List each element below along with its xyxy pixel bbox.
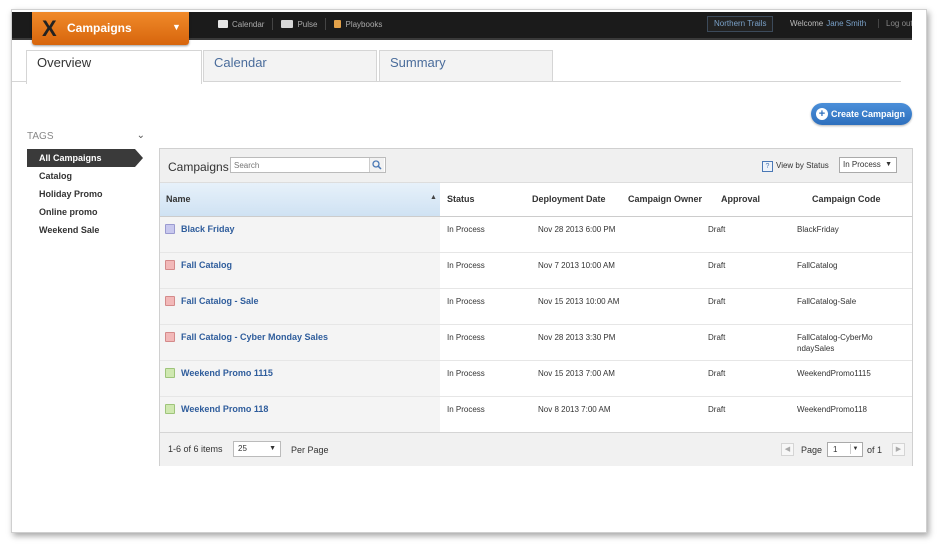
- search-icon: [372, 160, 382, 170]
- per-page-select[interactable]: 25 ▼: [233, 441, 281, 457]
- campaigns-panel: Campaigns ? View by Status In Process ▼ …: [159, 148, 913, 466]
- view-by-status-label: View by Status: [776, 161, 829, 170]
- deployment-date-column-header[interactable]: Deployment Date: [532, 194, 606, 204]
- table-row[interactable]: Fall Catalog - Sale In Process Nov 15 20…: [160, 289, 912, 325]
- topnav-playbooks[interactable]: Playbooks: [334, 20, 382, 29]
- campaign-owner-column-header[interactable]: Campaign Owner: [628, 194, 702, 204]
- panel-header: Campaigns ? View by Status In Process ▼: [160, 149, 912, 183]
- color-swatch: [165, 332, 175, 342]
- status-filter-select[interactable]: In Process ▼: [839, 157, 897, 173]
- org-switcher[interactable]: Northern Trails: [707, 16, 774, 32]
- help-icon[interactable]: ?: [762, 161, 773, 172]
- page-number-select[interactable]: 1 ▼: [827, 442, 863, 457]
- table-row[interactable]: Fall Catalog In Process Nov 7 2013 10:00…: [160, 253, 912, 289]
- table-row[interactable]: Weekend Promo 118 In Process Nov 8 2013 …: [160, 397, 912, 433]
- color-swatch: [165, 368, 175, 378]
- create-campaign-button[interactable]: + Create Campaign: [811, 103, 912, 125]
- calendar-icon: [218, 20, 228, 28]
- tab-overview[interactable]: Overview: [26, 50, 202, 84]
- topnav-calendar[interactable]: Calendar: [218, 20, 264, 29]
- table-row[interactable]: Fall Catalog - Cyber Monday Sales In Pro…: [160, 325, 912, 361]
- name-column-header[interactable]: Name ▲: [160, 183, 440, 216]
- top-bar: X Campaigns ▼ Calendar Pulse Playbooks N…: [12, 12, 912, 45]
- search-input[interactable]: [231, 158, 367, 172]
- page-total: of 1: [867, 445, 883, 455]
- campaign-name-link[interactable]: Black Friday: [181, 224, 235, 234]
- status-column-header[interactable]: Status: [447, 194, 475, 204]
- chevron-down-icon: ⌄: [136, 130, 145, 141]
- plus-icon: +: [816, 108, 828, 120]
- chevron-down-icon: ▼: [172, 22, 181, 32]
- panel-title: Campaigns: [168, 160, 229, 174]
- chevron-down-icon: ▼: [269, 445, 276, 452]
- playbooks-icon: [334, 20, 342, 28]
- tag-all-campaigns[interactable]: All Campaigns: [27, 149, 143, 167]
- color-swatch: [165, 296, 175, 306]
- tab-calendar[interactable]: Calendar: [203, 50, 377, 82]
- tags-heading[interactable]: TAGS ⌄: [27, 130, 145, 142]
- app-logo: X: [42, 16, 57, 41]
- page-label: Page: [801, 445, 823, 455]
- tags-list: All Campaigns Catalog Holiday Promo Onli…: [27, 149, 143, 239]
- tag-holiday-promo[interactable]: Holiday Promo: [27, 185, 135, 203]
- tag-catalog[interactable]: Catalog: [27, 167, 135, 185]
- table-footer: 1-6 of 6 items 25 ▼ Per Page ◀ Page 1 ▼ …: [160, 432, 912, 466]
- chevron-down-icon: ▼: [885, 161, 892, 168]
- pulse-icon: [281, 20, 294, 28]
- campaign-code-column-header[interactable]: Campaign Code: [812, 194, 881, 204]
- tab-summary[interactable]: Summary: [379, 50, 553, 82]
- color-swatch: [165, 404, 175, 414]
- color-swatch: [165, 224, 175, 234]
- top-nav: Calendar Pulse Playbooks: [218, 18, 382, 30]
- app-title: Campaigns: [67, 21, 132, 35]
- table-row[interactable]: Black Friday In Process Nov 28 2013 6:00…: [160, 217, 912, 253]
- campaign-name-link[interactable]: Weekend Promo 118: [181, 404, 268, 414]
- campaign-name-link[interactable]: Fall Catalog - Sale: [181, 296, 259, 306]
- table-header: Name ▲ Status Deployment Date Campaign O…: [160, 183, 912, 217]
- user-name-link[interactable]: Jane Smith: [826, 19, 866, 28]
- table-row[interactable]: Weekend Promo 1115 In Process Nov 15 201…: [160, 361, 912, 397]
- topnav-pulse[interactable]: Pulse: [281, 20, 317, 29]
- prev-page-button[interactable]: ◀: [781, 443, 794, 456]
- sort-up-icon: ▲: [430, 194, 437, 201]
- tag-weekend-sale[interactable]: Weekend Sale: [27, 221, 135, 239]
- item-count: 1-6 of 6 items: [168, 444, 223, 454]
- campaign-name-link[interactable]: Weekend Promo 1115: [181, 368, 273, 378]
- search-box: [230, 157, 386, 173]
- campaign-name-link[interactable]: Fall Catalog: [181, 260, 232, 270]
- color-swatch: [165, 260, 175, 270]
- next-page-button[interactable]: ▶: [892, 443, 905, 456]
- per-page-label: Per Page: [291, 445, 329, 455]
- logout-link[interactable]: Log out: [878, 19, 912, 28]
- app-switcher-button[interactable]: X Campaigns ▼: [32, 12, 189, 45]
- approval-column-header[interactable]: Approval: [721, 194, 760, 204]
- chevron-down-icon: ▼: [850, 444, 860, 454]
- welcome-text: Welcome Jane Smith: [790, 19, 867, 28]
- campaign-name-link[interactable]: Fall Catalog - Cyber Monday Sales: [181, 332, 328, 342]
- search-button[interactable]: [369, 158, 384, 172]
- tag-online-promo[interactable]: Online promo: [27, 203, 135, 221]
